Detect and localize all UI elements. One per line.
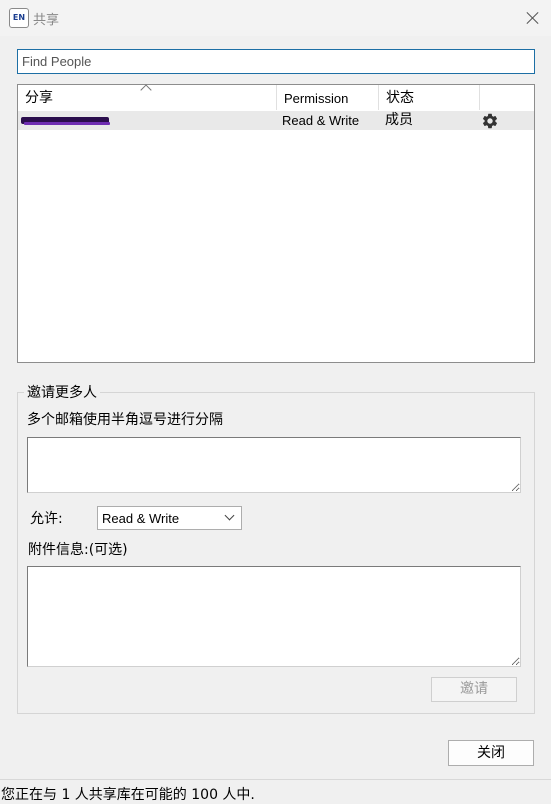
- status-bar: 您正在与 1 人共享库在可能的 100 人中.: [0, 779, 551, 803]
- window-close-icon[interactable]: [520, 3, 546, 31]
- emails-input[interactable]: [27, 437, 521, 493]
- sort-ascending-icon: [140, 84, 152, 96]
- chevron-down-icon: [224, 510, 235, 521]
- find-people-input[interactable]: [17, 49, 535, 74]
- column-header-status[interactable]: 状态: [379, 85, 480, 110]
- permission-select-value: Read & Write: [102, 511, 180, 526]
- row-status: 成员: [385, 112, 413, 128]
- email-hint: 多个邮箱使用半角逗号进行分隔: [27, 412, 223, 428]
- column-header-share-label: 分享: [25, 90, 53, 106]
- evernote-app-icon: EN: [9, 8, 29, 28]
- invite-more-title: 邀请更多人: [24, 382, 100, 402]
- gear-icon[interactable]: [481, 112, 499, 130]
- status-text: 您正在与 1 人共享库在可能的 100 人中.: [1, 787, 255, 803]
- row-permission: Read & Write: [282, 113, 360, 128]
- allow-label: 允许:: [30, 511, 63, 527]
- title-bar: EN 共享: [0, 0, 551, 36]
- close-button[interactable]: 关闭: [448, 740, 534, 766]
- column-header-permission[interactable]: Permission: [277, 85, 379, 110]
- window-title: 共享: [33, 13, 60, 28]
- column-header-share[interactable]: 分享: [18, 84, 277, 110]
- shared-people-table: 分享 Permission 状态 Read & Write 成员: [17, 84, 535, 363]
- attachment-label: 附件信息:(可选): [28, 542, 128, 558]
- column-header-actions: [480, 85, 534, 110]
- permission-select[interactable]: Read & Write: [97, 506, 242, 530]
- invite-button[interactable]: 邀请: [431, 677, 517, 702]
- table-row[interactable]: Read & Write 成员: [18, 111, 534, 130]
- table-header: 分享 Permission 状态: [18, 84, 534, 110]
- redaction-mark: [24, 122, 110, 125]
- attachment-message-input[interactable]: [27, 566, 521, 667]
